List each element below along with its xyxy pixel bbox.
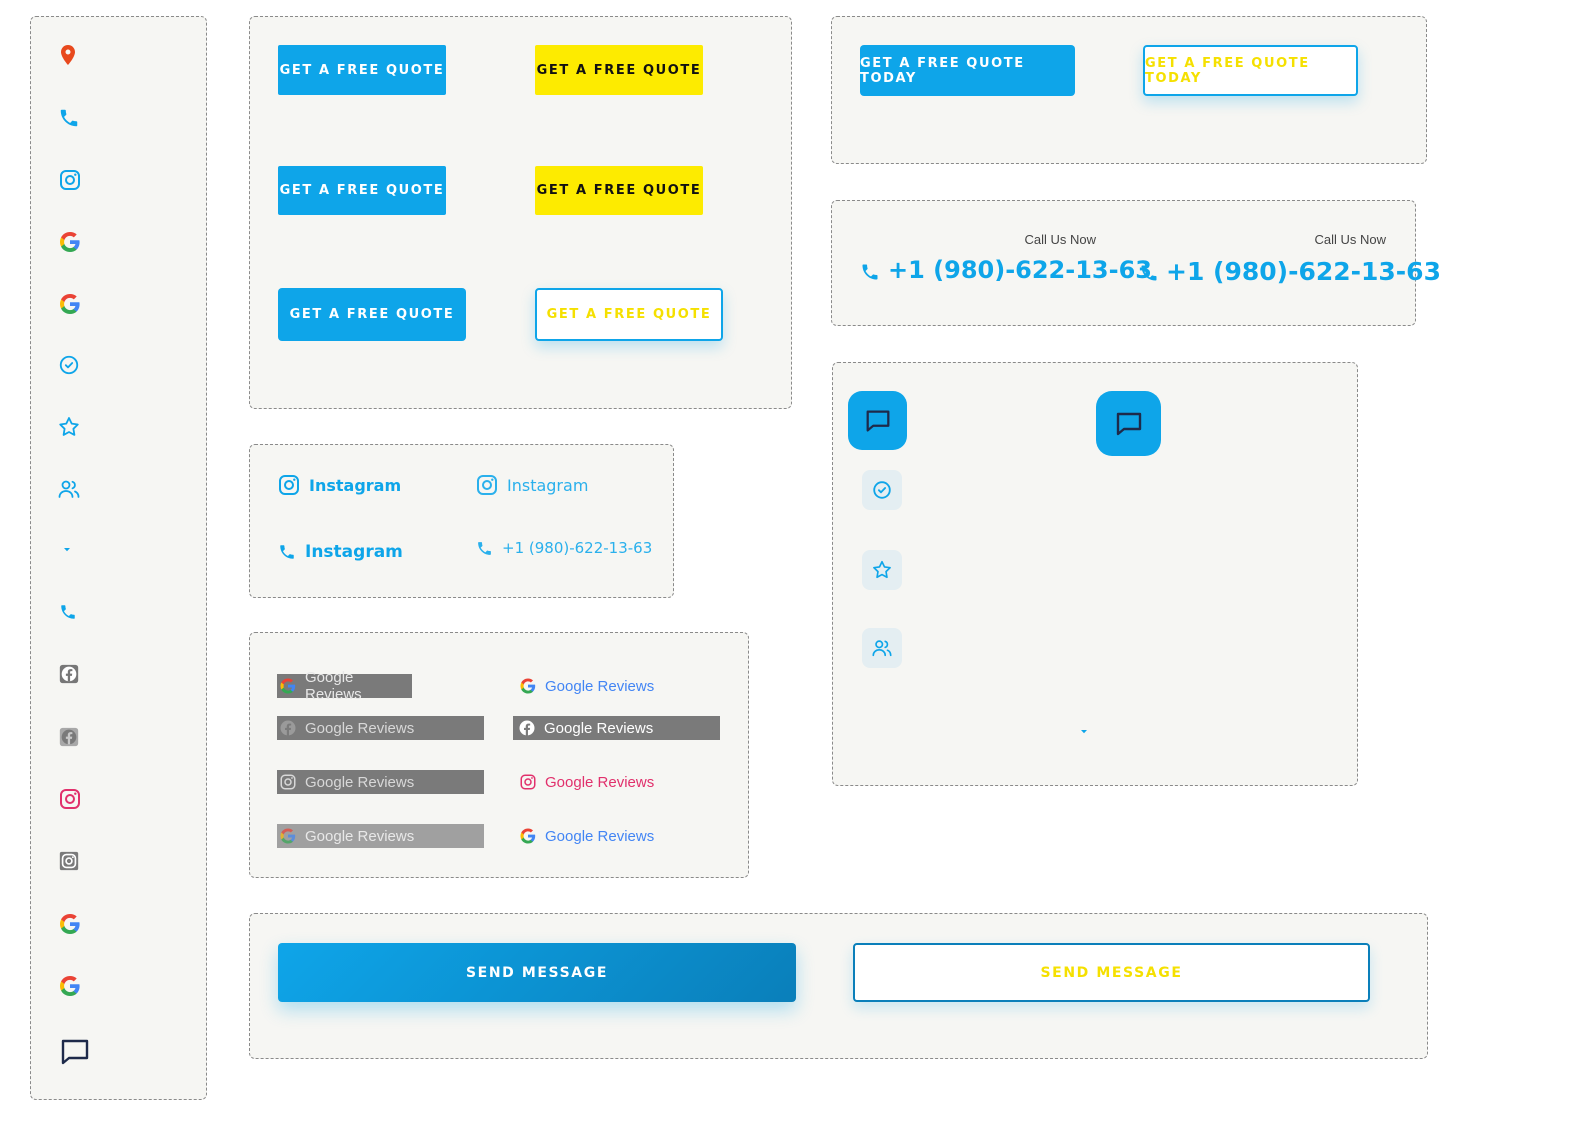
facebook-gray-icon[interactable]	[58, 663, 80, 685]
users-icon[interactable]	[57, 477, 81, 501]
instagram-link[interactable]: Instagram	[277, 473, 401, 497]
get-free-quote-yellow-button[interactable]: GET A FREE QUOTE	[535, 166, 703, 215]
chat-bubble-button[interactable]	[848, 391, 907, 450]
get-free-quote-button[interactable]: GET A FREE QUOTE	[278, 166, 446, 215]
phone-number-label: +1 (980)-622-13-63	[502, 539, 653, 557]
star-icon[interactable]	[57, 415, 81, 439]
call-phone-number[interactable]: +1 (980)-622-13-63	[888, 256, 1152, 284]
check-circle-tile[interactable]	[862, 470, 902, 510]
google-reviews-label: Google Reviews	[305, 827, 415, 845]
google-icon[interactable]	[58, 230, 82, 254]
phone-icon[interactable]	[860, 262, 880, 282]
users-icon	[872, 640, 892, 657]
instagram-link-label: Instagram	[507, 475, 589, 495]
google-icon[interactable]	[58, 912, 82, 936]
facebook-reviews-link[interactable]: Google Reviews	[513, 716, 720, 740]
facebook-icon	[279, 719, 297, 737]
check-circle-icon	[873, 481, 891, 499]
google-reviews-label: Google Reviews	[545, 827, 655, 845]
google-icon	[279, 677, 297, 695]
get-free-quote-large-button[interactable]: GET A FREE QUOTE	[278, 288, 466, 341]
icon-sidebar-panel	[30, 16, 207, 1100]
instagram-icon	[277, 473, 301, 497]
google-reviews-label: Google Reviews	[305, 669, 362, 703]
star-icon	[873, 560, 891, 579]
phone-icon[interactable]	[1139, 263, 1159, 283]
chat-bubble-icon[interactable]	[59, 1036, 91, 1068]
phone-icon	[476, 540, 493, 557]
instagram-reviews-label: Google Reviews	[545, 773, 655, 791]
instagram-icon	[279, 773, 297, 791]
google-icon	[279, 827, 297, 845]
location-pin-icon[interactable]	[56, 43, 80, 67]
get-free-quote-yellow-button[interactable]: GET A FREE QUOTE	[535, 45, 703, 95]
phone-small-icon[interactable]	[59, 603, 77, 621]
instagram-reviews-gray-link[interactable]: Google Reviews	[277, 770, 484, 794]
chat-bubble-icon	[1116, 412, 1141, 435]
call-caption: Call Us Now	[1314, 232, 1386, 247]
google-reviews-gray-link[interactable]: Google Reviews	[277, 669, 412, 703]
chat-bubble-button-large[interactable]	[1096, 391, 1161, 456]
google-reviews-link[interactable]: Google Reviews	[517, 824, 654, 848]
instagram-icon	[475, 473, 499, 497]
google-reviews-light-gray-link[interactable]: Google Reviews	[277, 824, 484, 848]
facebook-reviews-label: Google Reviews	[305, 719, 415, 737]
google-reviews-label: Google Reviews	[545, 677, 655, 695]
star-tile[interactable]	[862, 550, 902, 590]
google-icon	[519, 677, 537, 695]
send-message-button[interactable]: SEND MESSAGE	[278, 943, 796, 1002]
get-free-quote-today-button[interactable]: GET A FREE QUOTE TODAY	[860, 45, 1075, 96]
caret-down-icon[interactable]	[1077, 724, 1091, 738]
check-circle-icon[interactable]	[58, 354, 80, 376]
google-icon[interactable]	[58, 974, 82, 998]
users-tile[interactable]	[862, 628, 902, 668]
instagram-link-light[interactable]: Instagram	[475, 473, 588, 497]
call-phone-number[interactable]: +1 (980)-622-13-63	[1166, 257, 1441, 286]
instagram-icon[interactable]	[58, 168, 82, 192]
send-message-outline-button[interactable]: SEND MESSAGE	[853, 943, 1370, 1002]
instagram-pink-icon[interactable]	[58, 787, 82, 811]
facebook-reviews-gray-link[interactable]: Google Reviews	[277, 716, 484, 740]
chat-icons-panel	[832, 362, 1358, 786]
google-reviews-link[interactable]: Google Reviews	[517, 674, 654, 698]
caret-down-icon[interactable]	[60, 542, 74, 556]
instagram-phone-link[interactable]: Instagram	[278, 542, 403, 562]
google-icon[interactable]	[58, 292, 82, 316]
phone-icon	[278, 543, 296, 561]
phone-icon[interactable]	[58, 107, 80, 129]
facebook-reviews-label: Google Reviews	[544, 719, 654, 737]
instagram-icon	[519, 773, 537, 791]
social-links-panel	[249, 444, 674, 598]
instagram-link-label: Instagram	[305, 542, 403, 562]
call-caption: Call Us Now	[1024, 232, 1096, 247]
google-icon	[519, 827, 537, 845]
get-free-quote-today-outline-button[interactable]: GET A FREE QUOTE TODAY	[1143, 45, 1358, 96]
facebook-icon	[518, 719, 536, 737]
get-free-quote-button[interactable]: GET A FREE QUOTE	[278, 45, 446, 95]
chat-bubble-icon	[866, 410, 889, 431]
get-free-quote-outline-button[interactable]: GET A FREE QUOTE	[535, 288, 723, 341]
instagram-gray-icon[interactable]	[58, 850, 80, 872]
facebook-gray-light-icon[interactable]	[58, 726, 80, 748]
phone-number-link[interactable]: +1 (980)-622-13-63	[476, 539, 652, 557]
instagram-reviews-label: Google Reviews	[305, 773, 415, 791]
instagram-reviews-link[interactable]: Google Reviews	[517, 770, 654, 794]
instagram-link-label: Instagram	[309, 475, 402, 495]
